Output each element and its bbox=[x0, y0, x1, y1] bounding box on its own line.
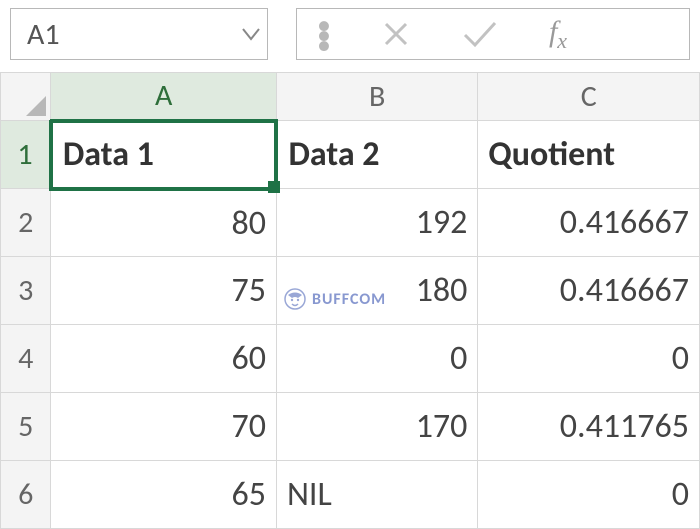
cell-B2[interactable]: 192 bbox=[276, 189, 477, 257]
grid-row: 1Data 1Data 2Quotient bbox=[1, 121, 700, 189]
cell-C6[interactable]: 0 bbox=[478, 461, 700, 529]
cell-A5[interactable]: 70 bbox=[51, 393, 277, 461]
cell-C1[interactable]: Quotient bbox=[478, 121, 700, 189]
column-header-A[interactable]: A bbox=[51, 73, 277, 121]
grid-row: 46000 bbox=[1, 325, 700, 393]
cancel-icon[interactable] bbox=[381, 19, 411, 49]
cell-C2[interactable]: 0.416667 bbox=[478, 189, 700, 257]
cell-C4[interactable]: 0 bbox=[478, 325, 700, 393]
confirm-icon[interactable] bbox=[461, 19, 499, 49]
cell-B6[interactable]: NIL bbox=[276, 461, 477, 529]
row-header[interactable]: 3 bbox=[1, 257, 51, 325]
grid-row: 3751800.416667 bbox=[1, 257, 700, 325]
cell-B5[interactable]: 170 bbox=[276, 393, 477, 461]
row-header[interactable]: 2 bbox=[1, 189, 51, 257]
cell-B1[interactable]: Data 2 bbox=[276, 121, 477, 189]
grid-row: 2801920.416667 bbox=[1, 189, 700, 257]
cell-A3[interactable]: 75 bbox=[51, 257, 277, 325]
fx-icon[interactable]: fx bbox=[549, 15, 567, 54]
drag-handle-icon: ••• bbox=[317, 22, 331, 47]
cell-A1[interactable]: Data 1 bbox=[51, 121, 277, 189]
column-header-B[interactable]: B bbox=[276, 73, 477, 121]
row-header[interactable]: 1 bbox=[1, 121, 51, 189]
select-all-corner[interactable] bbox=[1, 73, 51, 121]
cell-C5[interactable]: 0.411765 bbox=[478, 393, 700, 461]
cell-B3[interactable]: 180 bbox=[276, 257, 477, 325]
name-box[interactable]: A1 bbox=[10, 8, 268, 60]
dropdown-icon bbox=[241, 27, 261, 41]
column-header-row: A B C bbox=[1, 73, 700, 121]
column-header-C[interactable]: C bbox=[478, 73, 700, 121]
cell-C3[interactable]: 0.416667 bbox=[478, 257, 700, 325]
grid-row: 665NIL0 bbox=[1, 461, 700, 529]
formula-function-group: ••• fx bbox=[296, 8, 690, 60]
row-header[interactable]: 4 bbox=[1, 325, 51, 393]
spreadsheet-grid[interactable]: A B C 1Data 1Data 2Quotient2801920.41666… bbox=[0, 72, 700, 529]
cell-A2[interactable]: 80 bbox=[51, 189, 277, 257]
cell-B4[interactable]: 0 bbox=[276, 325, 477, 393]
grid-row: 5701700.411765 bbox=[1, 393, 700, 461]
row-header[interactable]: 5 bbox=[1, 393, 51, 461]
formula-bar: A1 ••• fx bbox=[0, 0, 700, 72]
cell-A6[interactable]: 65 bbox=[51, 461, 277, 529]
cell-A4[interactable]: 60 bbox=[51, 325, 277, 393]
row-header[interactable]: 6 bbox=[1, 461, 51, 529]
name-box-value: A1 bbox=[27, 16, 241, 53]
